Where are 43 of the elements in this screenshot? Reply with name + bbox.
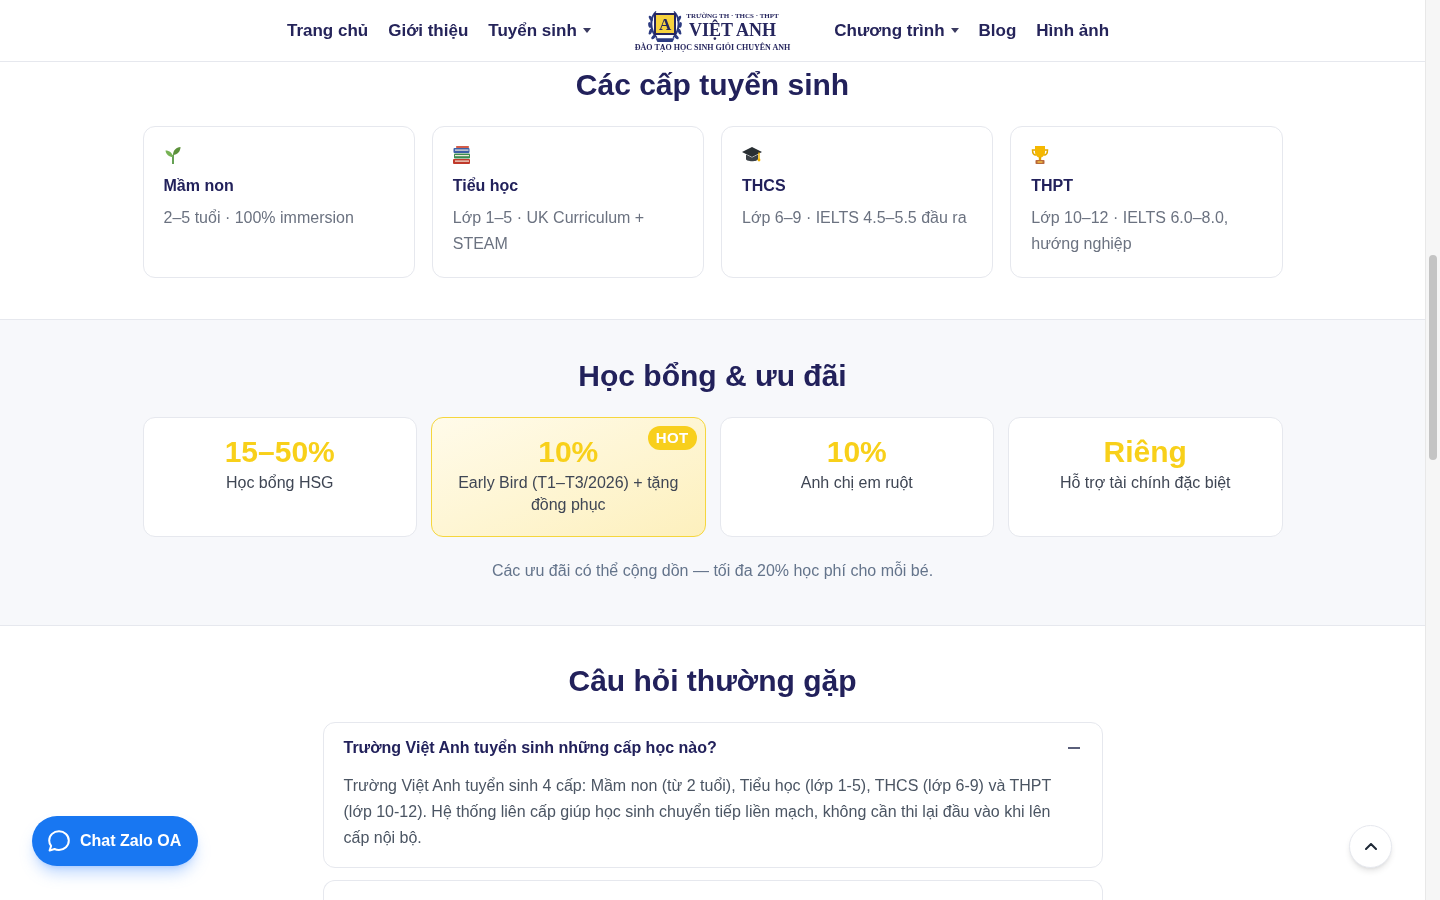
nav-link[interactable]: Tuyển sinh (488, 17, 591, 44)
nav-link[interactable]: Trang chủ (286, 17, 369, 44)
nav-link[interactable]: Giới thiệu (388, 17, 469, 44)
level-title: Mầm non (163, 176, 235, 196)
graduation-cap-icon (742, 146, 762, 164)
chevron-up-icon (1364, 843, 1377, 850)
badge: HOT (647, 426, 697, 450)
logo-name: VIỆT ANH (688, 21, 777, 40)
level-title: THCS (742, 176, 787, 196)
section-heading: Câu hỏi thường gặp (567, 663, 858, 699)
minus-icon[interactable] (1067, 747, 1080, 749)
scholarship-label: Anh chị em ruột (800, 473, 913, 493)
trophy-icon (1031, 146, 1050, 164)
nav-link[interactable]: Chương trình (834, 17, 959, 44)
faq-question[interactable]: Trường Việt Anh tuyển sinh những cấp học nào? (343, 736, 717, 760)
level-description: Lớp 6–9 · IELTS 4.5–5.5 đầu ra (742, 208, 968, 228)
level-description: Lớp 10–12 · IELTS 6.0–8.0, hướng nghiệp (1031, 208, 1230, 254)
scrollbar-thumb[interactable] (1429, 255, 1437, 460)
level-description: 2–5 tuổi · 100% immersion (163, 208, 355, 228)
level-title: THPT (1031, 176, 1075, 196)
chat-bubble-icon (47, 829, 71, 853)
chat-button[interactable]: Chat Zalo OA (32, 816, 199, 866)
scholarship-value: 15–50% (224, 434, 335, 470)
level-description: Lớp 1–5 · UK Curriculum + STEAM (452, 208, 646, 254)
nav-link[interactable]: Blog (978, 17, 1017, 44)
section-heading: Học bổng & ưu đãi (577, 358, 848, 394)
section-heading: Các cấp tuyển sinh (574, 67, 851, 103)
logo-tagline: ĐÀO TẠO HỌC SINH GIỎI CHUYÊN ANH (634, 43, 791, 52)
scrollbar[interactable] (1425, 0, 1440, 900)
scholarship-value: 10% (826, 434, 887, 470)
seedling-icon (163, 146, 182, 164)
scholarship-value: 10% (538, 434, 599, 470)
scholarship-label: Hỗ trợ tài chính đặc biệt (1059, 472, 1231, 493)
logo-emblem-letter: A (654, 13, 677, 35)
laurel-wreath-icon (646, 9, 685, 43)
level-title: Tiểu học (452, 176, 520, 196)
scholarship-note: Các ưu đãi có thể cộng dồn — tối đa 20% học phí cho mỗi bé. (490, 560, 935, 581)
scholarship-label: Học bổng HSG (225, 473, 334, 493)
books-icon (452, 146, 471, 164)
nav-link[interactable]: Hình ảnh (1036, 17, 1110, 44)
faq-answer: Trường Việt Anh tuyển sinh 4 cấp: Mầm non (từ 2 tuổi), Tiểu học (lớp 1-5), THCS (lớp 6-9) và THPT (lớp 10-12). Hệ thống liên cấp giúp học sinh chuyển tiếp liền mạch, không cần thi lại đầu vào khi lên cấp nội bộ. (343, 776, 1052, 848)
scholarship-label: Early Bird (T1–T3/2026) + tặng đồng phục (457, 473, 680, 515)
scholarship-value: Riêng (1103, 434, 1187, 470)
